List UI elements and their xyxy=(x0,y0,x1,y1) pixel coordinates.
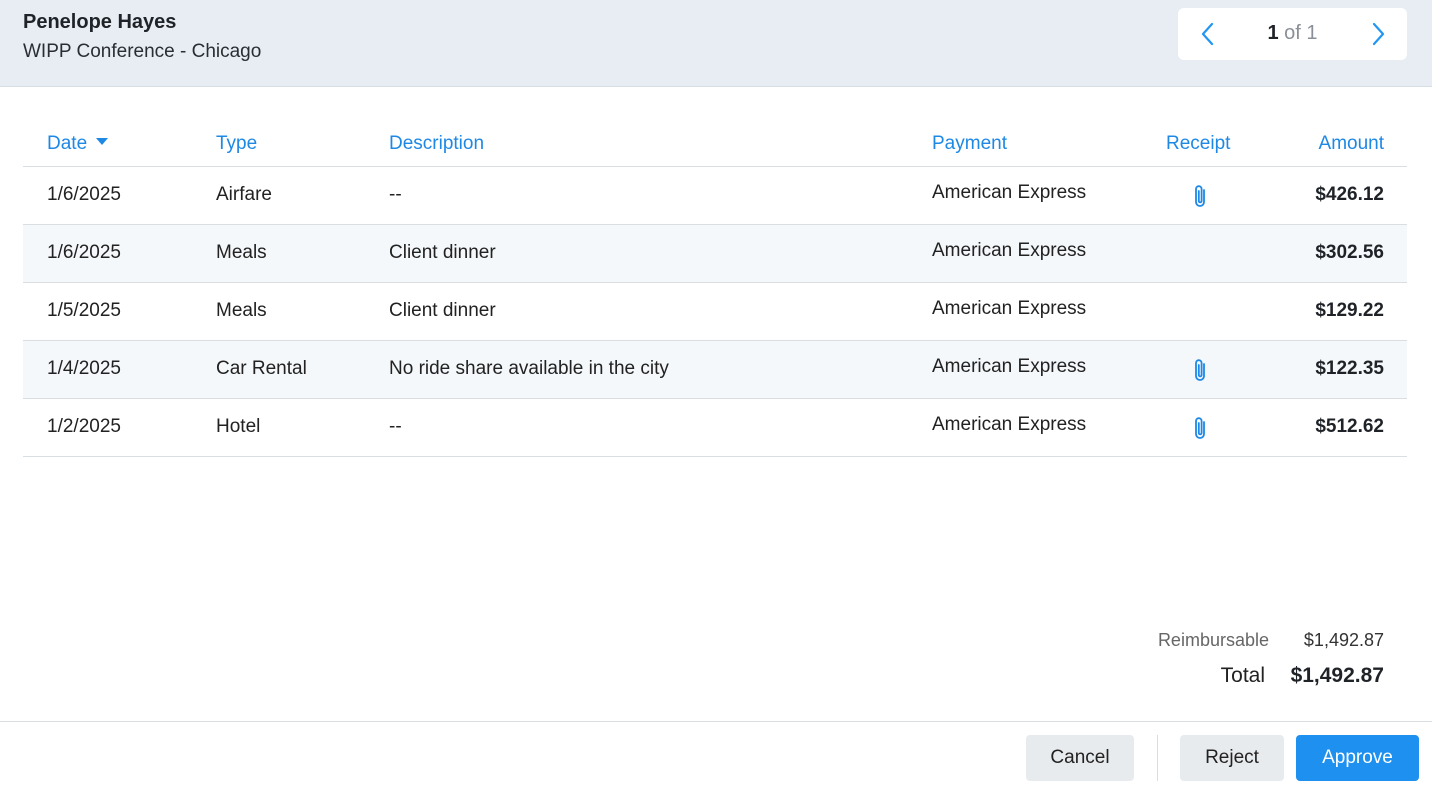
column-header-type[interactable]: Type xyxy=(216,133,257,155)
paperclip-icon[interactable] xyxy=(1191,183,1211,209)
report-header: Penelope Hayes WIPP Conference - Chicago… xyxy=(0,0,1432,87)
cell-description: Client dinner xyxy=(389,300,496,321)
cell-date: 1/6/2025 xyxy=(47,242,121,263)
cell-description: No ride share available in the city xyxy=(389,358,669,379)
footer-divider xyxy=(1157,735,1158,781)
employee-name: Penelope Hayes xyxy=(23,11,177,33)
column-header-date-label: Date xyxy=(47,133,88,154)
column-header-amount[interactable]: Amount xyxy=(1319,133,1384,155)
cell-payment: American Express xyxy=(932,240,1087,261)
cell-date: 1/6/2025 xyxy=(47,184,121,205)
column-header-receipt[interactable]: Receipt xyxy=(1166,133,1230,155)
pager: 1 of 1 xyxy=(1178,8,1407,60)
table-row[interactable]: 1/4/2025 Car Rental No ride share availabl… xyxy=(23,341,1407,399)
column-header-payment[interactable]: Payment xyxy=(932,133,1007,155)
cell-type: Hotel xyxy=(216,416,261,437)
expense-table: Date Type Description Payment Receipt Am… xyxy=(23,128,1407,457)
cell-type: Car Rental xyxy=(216,358,307,379)
total-label: Total xyxy=(1220,664,1265,687)
table-header: Date Type Description Payment Receipt Am… xyxy=(23,128,1407,167)
total-value: $1,492.87 xyxy=(1290,664,1384,687)
reimbursable-value: $1,492.87 xyxy=(1303,630,1384,650)
reject-button[interactable]: Reject xyxy=(1180,735,1284,781)
table-row[interactable]: 1/6/2025 Airfare -- American Express $426.12 xyxy=(23,167,1407,225)
cell-date: 1/2/2025 xyxy=(47,416,121,437)
approve-button[interactable]: Approve xyxy=(1296,735,1419,781)
table-row[interactable]: 1/2/2025 Hotel -- American Express $512.62 xyxy=(23,399,1407,457)
action-footer: Cancel Reject Approve xyxy=(0,721,1432,787)
cell-amount: $512.62 xyxy=(1315,416,1384,437)
reimbursable-label: Reimbursable xyxy=(1157,630,1269,650)
cell-description: -- xyxy=(389,416,402,437)
cell-payment: American Express xyxy=(932,356,1087,377)
paperclip-icon[interactable] xyxy=(1191,415,1211,441)
chevron-right-icon xyxy=(1372,22,1385,46)
cell-payment: American Express xyxy=(932,298,1087,319)
column-header-date[interactable]: Date xyxy=(47,133,109,155)
caret-down-icon xyxy=(96,138,109,146)
cell-description: Client dinner xyxy=(389,242,496,263)
next-report-button[interactable] xyxy=(1363,19,1393,49)
cell-amount: $122.35 xyxy=(1315,358,1384,379)
column-header-description[interactable]: Description xyxy=(389,133,484,155)
cancel-button[interactable]: Cancel xyxy=(1026,735,1134,781)
cell-amount: $426.12 xyxy=(1315,184,1384,205)
paperclip-icon[interactable] xyxy=(1191,357,1211,383)
cell-type: Meals xyxy=(216,242,267,263)
cell-type: Meals xyxy=(216,300,267,321)
cell-date: 1/5/2025 xyxy=(47,300,121,321)
cell-description: -- xyxy=(389,184,402,205)
cell-type: Airfare xyxy=(216,184,272,205)
table-row[interactable]: 1/5/2025 Meals Client dinner American Expre… xyxy=(23,283,1407,341)
table-row[interactable]: 1/6/2025 Meals Client dinner American Expre… xyxy=(23,225,1407,283)
cell-payment: American Express xyxy=(932,414,1087,435)
cell-payment: American Express xyxy=(932,182,1087,203)
cell-amount: $129.22 xyxy=(1315,300,1384,321)
pager-total: of 1 xyxy=(1284,22,1318,44)
pager-current: 1 xyxy=(1267,22,1279,44)
report-name: WIPP Conference - Chicago xyxy=(23,41,262,62)
cell-date: 1/4/2025 xyxy=(47,358,121,379)
cell-amount: $302.56 xyxy=(1315,242,1384,263)
table-body: 1/6/2025 Airfare -- American Express $426.12… xyxy=(23,167,1407,457)
